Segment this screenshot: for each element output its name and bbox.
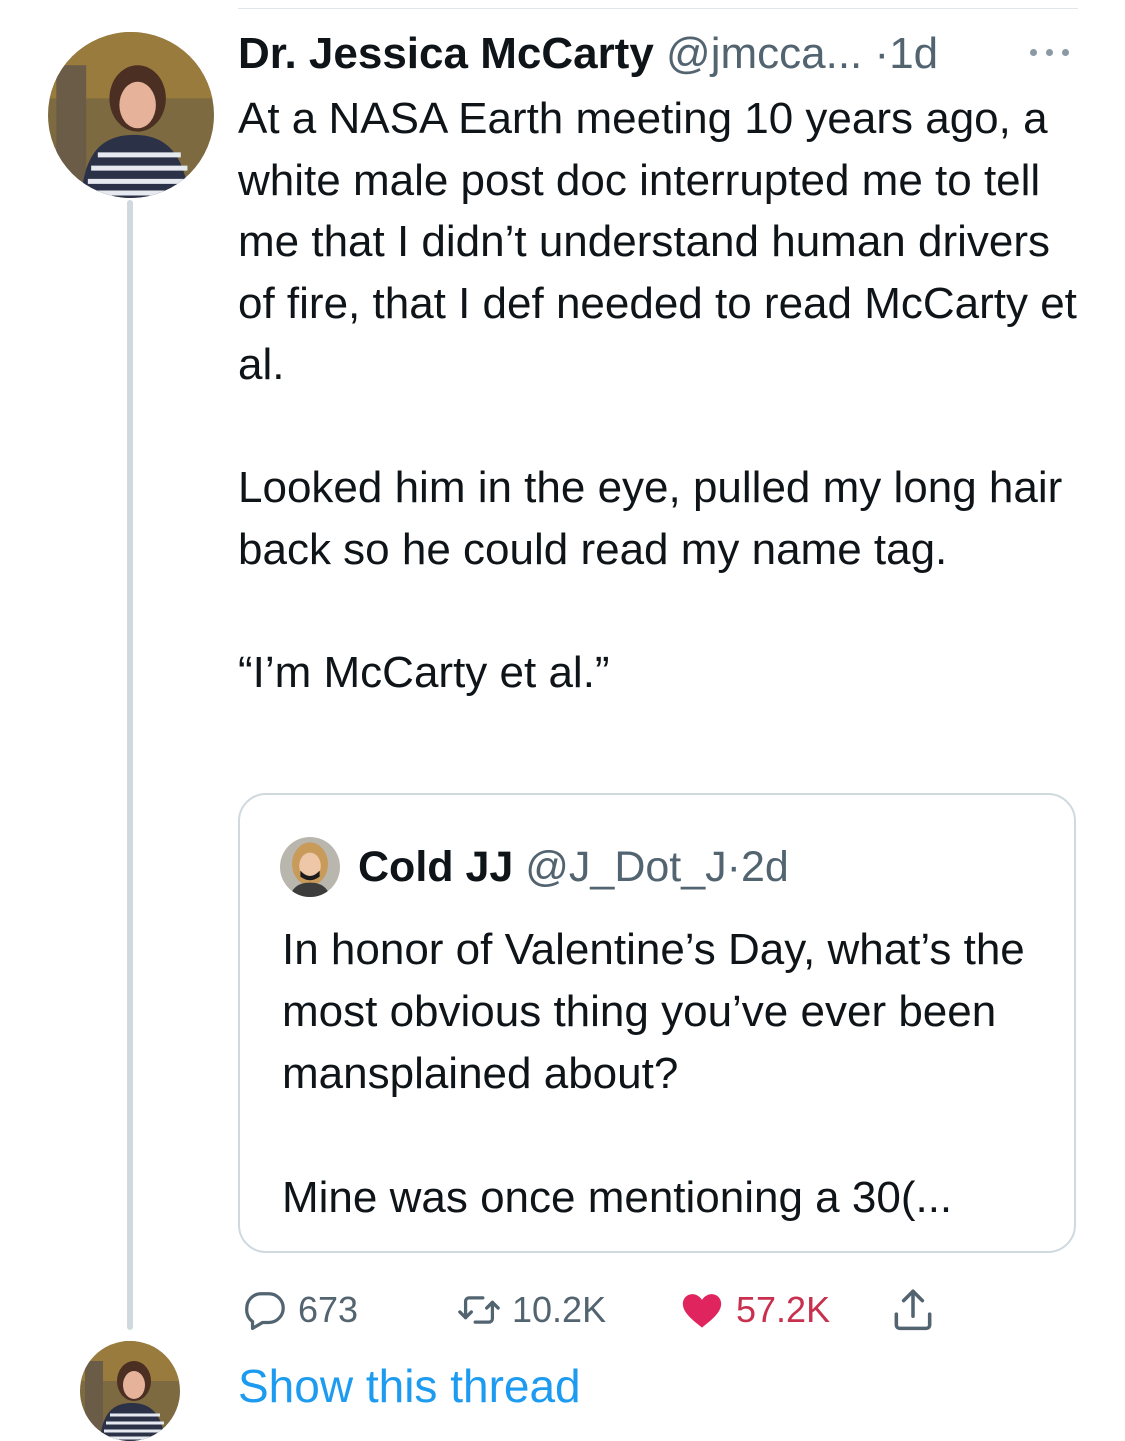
like-count: 57.2K [736,1289,831,1330]
quote-separator: · [726,843,741,891]
show-thread-link[interactable]: Show this thread [238,1356,581,1416]
heart-icon [682,1294,722,1328]
retweet-icon [458,1296,500,1324]
like-button[interactable]: 57.2K [678,1282,830,1338]
quote-time[interactable]: 2d [741,843,789,891]
action-bar: 673 10.2K 57.2K [238,1282,1078,1338]
tweet-paragraph: “I’m McCarty et al.” [238,647,610,697]
reply-button[interactable]: 673 [242,1282,358,1338]
quote-paragraph: In honor of Valentine’s Day, what’s the … [282,925,1025,1098]
thread-line [127,200,133,1330]
share-icon [894,1289,932,1331]
quote-text: In honor of Valentine’s Day, what’s the … [282,919,1062,1229]
quoted-tweet[interactable]: Cold JJ @J_Dot_J·2d In honor of Valentin… [238,793,1076,1253]
header-separator: · [874,29,890,78]
share-button[interactable] [888,1282,938,1338]
more-icon[interactable] [1026,46,1074,58]
quote-author-avatar[interactable] [280,837,340,897]
top-divider [238,8,1078,9]
tweet-time[interactable]: 1d [889,29,938,78]
reply-count: 673 [298,1289,359,1330]
tweet-header: Dr. Jessica McCarty @jmcca... ·1d [238,26,1078,82]
tweet-paragraph: Looked him in the eye, pulled my long ha… [238,463,1063,574]
quote-paragraph: Mine was once mentioning a 30(... [282,1173,953,1222]
retweet-count: 10.2K [512,1289,607,1330]
reply-icon [245,1292,285,1331]
retweet-button[interactable]: 10.2K [456,1282,606,1338]
quote-author-name[interactable]: Cold JJ [358,843,513,891]
thread-author-avatar[interactable] [80,1341,180,1441]
quote-header: Cold JJ @J_Dot_J·2d [358,837,789,897]
tweet-text: At a NASA Earth meeting 10 years ago, a … [238,88,1088,703]
author-handle[interactable]: @jmcca... [666,29,862,78]
tweet-paragraph: At a NASA Earth meeting 10 years ago, a … [238,94,1077,389]
author-name[interactable]: Dr. Jessica McCarty [238,29,654,78]
author-avatar[interactable] [48,32,214,198]
quote-author-handle[interactable]: @J_Dot_J [525,843,726,891]
